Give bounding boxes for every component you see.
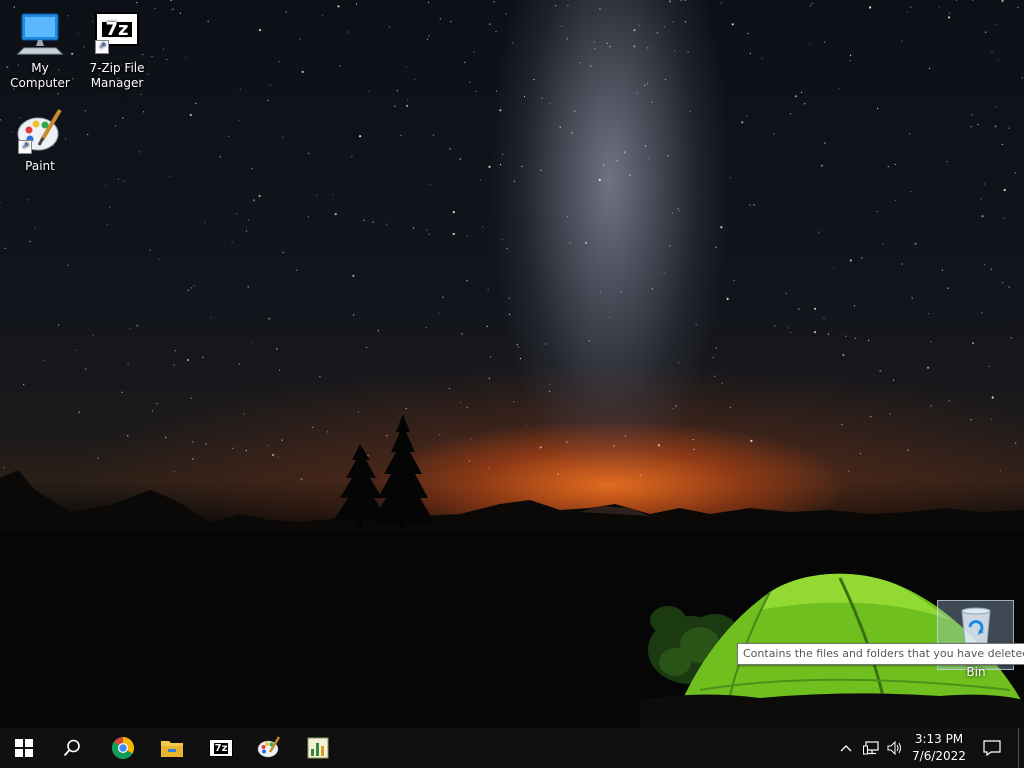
taskbar-file-explorer-button[interactable] — [148, 728, 196, 768]
show-hidden-icons-button[interactable] — [836, 728, 856, 768]
network-button[interactable] — [860, 728, 882, 768]
paint-icon — [257, 736, 281, 758]
desktop-wallpaper — [0, 0, 1024, 728]
tooltip: Contains the files and folders that you … — [737, 643, 1024, 665]
clock-time: 3:13 PM — [914, 732, 964, 746]
windows-icon — [15, 739, 33, 757]
taskbar: 7z 3:13 PM 7/6/2022 — [0, 728, 1024, 768]
clock[interactable]: 3:13 PM 7/6/2022 — [906, 731, 972, 765]
chrome-icon — [111, 737, 134, 759]
volume-icon — [887, 741, 901, 755]
shortcut-arrow-icon: ↗ — [95, 40, 109, 54]
volume-button[interactable] — [884, 728, 906, 768]
desktop-icon-7zip[interactable]: 7z ↗ 7-Zip File Manager — [77, 10, 157, 91]
network-icon — [863, 741, 879, 755]
search-button[interactable] — [48, 728, 96, 768]
desktop-icon-label: Paint — [25, 159, 55, 173]
taskbar-paint-button[interactable] — [245, 728, 293, 768]
desktop-icon-paint[interactable]: ↗ Paint — [0, 108, 80, 174]
taskbar-chrome-button[interactable] — [99, 728, 147, 768]
desktop-icon-label: 7-Zip File Manager — [89, 61, 145, 90]
notification-icon — [983, 740, 1001, 756]
7zip-icon: 7z ↗ — [93, 10, 141, 58]
paint-icon: ↗ — [16, 108, 64, 156]
chevron-up-icon — [840, 745, 852, 752]
show-desktop-button[interactable] — [1018, 728, 1024, 768]
landscape-silhouette — [0, 414, 1024, 728]
chart-app-icon — [307, 737, 329, 759]
taskbar-7zip-button[interactable]: 7z — [197, 728, 245, 768]
shortcut-arrow-icon: ↗ — [18, 140, 32, 154]
clock-date: 7/6/2022 — [912, 749, 966, 763]
computer-icon — [16, 10, 64, 58]
notification-center-button[interactable] — [978, 728, 1006, 768]
search-icon — [63, 739, 80, 757]
folder-icon — [161, 741, 183, 757]
taskbar-app-button[interactable] — [294, 728, 342, 768]
7zip-icon: 7z — [209, 739, 233, 757]
desktop-icon-label: My Computer — [10, 61, 70, 90]
desktop-icon-my-computer[interactable]: My Computer — [0, 10, 80, 91]
start-button[interactable] — [0, 728, 48, 768]
